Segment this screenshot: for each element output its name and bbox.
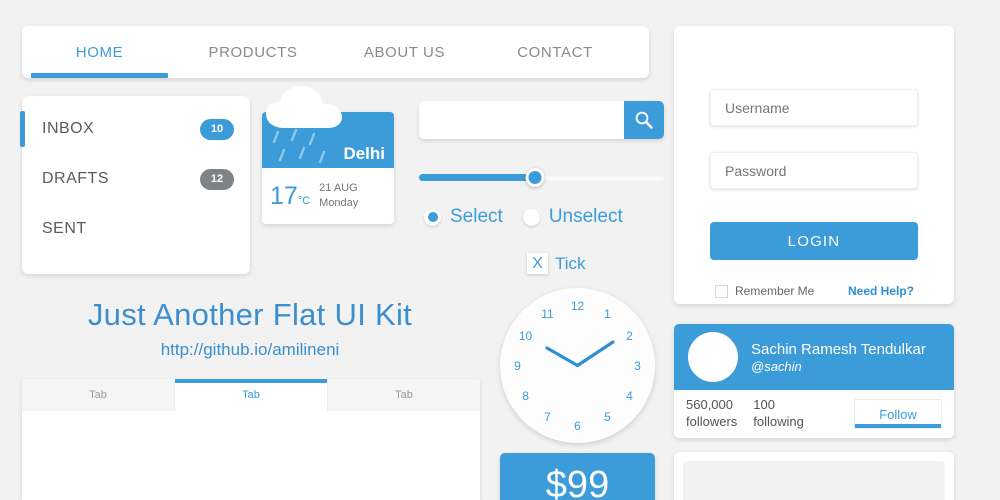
- tab-1[interactable]: Tab: [22, 379, 175, 411]
- clock-number-9: 9: [514, 358, 521, 373]
- page-url: http://github.io/amilineni: [160, 340, 340, 359]
- side-menu: INBOX 10 DRAFTS 12 SENT: [20, 96, 250, 274]
- username-field[interactable]: [710, 89, 918, 126]
- nav-item-home[interactable]: HOME: [22, 26, 177, 78]
- tab-3[interactable]: Tab: [328, 379, 480, 411]
- tick-checkbox[interactable]: X: [527, 253, 548, 274]
- profile-card: Sachin Ramesh Tendulkar @sachin 560,000 …: [674, 324, 954, 438]
- bottom-card-inner: [683, 461, 945, 500]
- page-title: Just Another Flat UI Kit: [87, 297, 413, 332]
- profile-stats: 560,000 followers 100 following Follow: [674, 390, 954, 438]
- price-amount: $99: [545, 464, 610, 500]
- following-count: 100: [753, 397, 775, 413]
- nav-item-home-label: HOME: [75, 43, 124, 61]
- profile-handle: @sachin: [751, 358, 802, 374]
- profile-header: Sachin Ramesh Tendulkar @sachin: [674, 324, 954, 390]
- radio-unselect[interactable]: Unselect: [522, 206, 623, 228]
- menu-item-sent-label: SENT: [42, 220, 87, 237]
- tabs-row: Tab Tab Tab: [22, 379, 480, 411]
- profile-name: Sachin Ramesh Tendulkar: [751, 340, 926, 358]
- menu-item-inbox[interactable]: INBOX 10: [20, 104, 250, 154]
- weather-date-value: 21 AUG: [319, 182, 358, 195]
- tick-checkbox-row[interactable]: X Tick: [527, 253, 586, 274]
- weather-details: 17°C 21 AUG Monday: [262, 168, 394, 224]
- clock-number-11: 11: [541, 306, 554, 321]
- tab-2[interactable]: Tab: [175, 379, 328, 411]
- pricing-card: $99: [500, 453, 655, 500]
- range-slider[interactable]: [419, 168, 665, 187]
- clock-minute-hand: [575, 340, 615, 368]
- weather-temperature: 17°C: [270, 181, 311, 210]
- search-icon: [635, 111, 653, 129]
- radio-select[interactable]: Select: [424, 206, 503, 228]
- followers-count: 560,000: [686, 397, 733, 413]
- followers-label: followers: [686, 414, 738, 429]
- follow-button-label: Follow: [879, 406, 917, 422]
- analog-clock: 12 1 2 3 4 5 6 7 8 9 10 11: [500, 288, 655, 443]
- clock-number-10: 10: [518, 328, 533, 343]
- ui-kit-canvas: HOME PRODUCTS ABOUT US CONTACT INBOX 10 …: [0, 0, 1000, 500]
- clock-number-2: 2: [626, 328, 633, 343]
- clock-number-5: 5: [604, 410, 611, 425]
- need-help-link[interactable]: Need Help?: [848, 284, 914, 298]
- menu-item-drafts-label: DRAFTS: [42, 170, 109, 187]
- tab-1-label: Tab: [89, 389, 107, 401]
- tabs-widget: Tab Tab Tab: [22, 379, 480, 500]
- weather-city-label: Delhi: [343, 144, 385, 163]
- nav-item-contact[interactable]: CONTACT: [480, 26, 630, 78]
- search-button[interactable]: [624, 101, 664, 139]
- search-input[interactable]: [419, 101, 624, 139]
- clock-number-1: 1: [604, 306, 611, 321]
- radio-unselect-label: Unselect: [548, 206, 623, 227]
- weather-date: 21 AUG Monday: [319, 181, 358, 211]
- radio-select-label: Select: [450, 206, 503, 227]
- tab-3-label: Tab: [395, 389, 413, 401]
- remember-me-checkbox[interactable]: [715, 284, 728, 298]
- drafts-count-badge: 12: [200, 168, 234, 190]
- tab-2-label: Tab: [242, 389, 260, 401]
- avatar: [688, 332, 738, 382]
- nav-item-products[interactable]: PRODUCTS: [177, 26, 329, 78]
- clock-number-6: 6: [574, 418, 581, 433]
- menu-item-drafts[interactable]: DRAFTS 12: [22, 154, 250, 204]
- clock-number-12: 12: [570, 298, 585, 313]
- slider-fill: [419, 174, 535, 181]
- followers-stat: 560,000 followers: [686, 397, 737, 431]
- remember-me-label: Remember Me: [735, 284, 815, 298]
- weather-widget: Delhi 17°C 21 AUG Monday: [262, 86, 394, 224]
- nav-item-contact-label: CONTACT: [517, 43, 593, 61]
- password-field[interactable]: [710, 152, 918, 189]
- cloud-icon: [266, 86, 342, 128]
- bottom-placeholder-card: [674, 452, 954, 500]
- tick-checkbox-label: Tick: [555, 253, 586, 273]
- nav-item-products-label: PRODUCTS: [208, 43, 298, 61]
- top-navbar: HOME PRODUCTS ABOUT US CONTACT: [22, 26, 649, 78]
- radio-select-dot-icon[interactable]: [424, 208, 441, 226]
- login-button[interactable]: LOGIN: [710, 222, 918, 260]
- clock-number-4: 4: [626, 388, 633, 403]
- remember-me-row[interactable]: Remember Me: [715, 284, 814, 298]
- following-stat: 100 following: [753, 397, 804, 431]
- clock-number-8: 8: [522, 388, 529, 403]
- following-label: following: [753, 414, 804, 429]
- menu-item-sent[interactable]: SENT: [22, 204, 250, 254]
- clock-number-7: 7: [544, 410, 551, 425]
- slider-thumb[interactable]: [525, 168, 545, 187]
- profile-names: Sachin Ramesh Tendulkar @sachin: [751, 341, 926, 374]
- nav-item-about-us[interactable]: ABOUT US: [329, 26, 480, 78]
- weather-day-value: Monday: [319, 197, 359, 209]
- tab-panel: [22, 411, 480, 500]
- search-bar: [419, 101, 664, 139]
- login-panel: LOGIN Remember Me Need Help?: [674, 26, 954, 304]
- clock-hour-hand: [545, 346, 580, 368]
- clock-number-3: 3: [634, 358, 641, 373]
- radio-unselect-dot-icon[interactable]: [522, 208, 540, 226]
- menu-item-inbox-label: INBOX: [42, 120, 95, 137]
- inbox-count-badge: 10: [200, 118, 234, 140]
- radio-group: Select Unselect: [424, 206, 623, 228]
- follow-button[interactable]: Follow: [854, 399, 942, 429]
- nav-item-about-us-label: ABOUT US: [363, 43, 446, 61]
